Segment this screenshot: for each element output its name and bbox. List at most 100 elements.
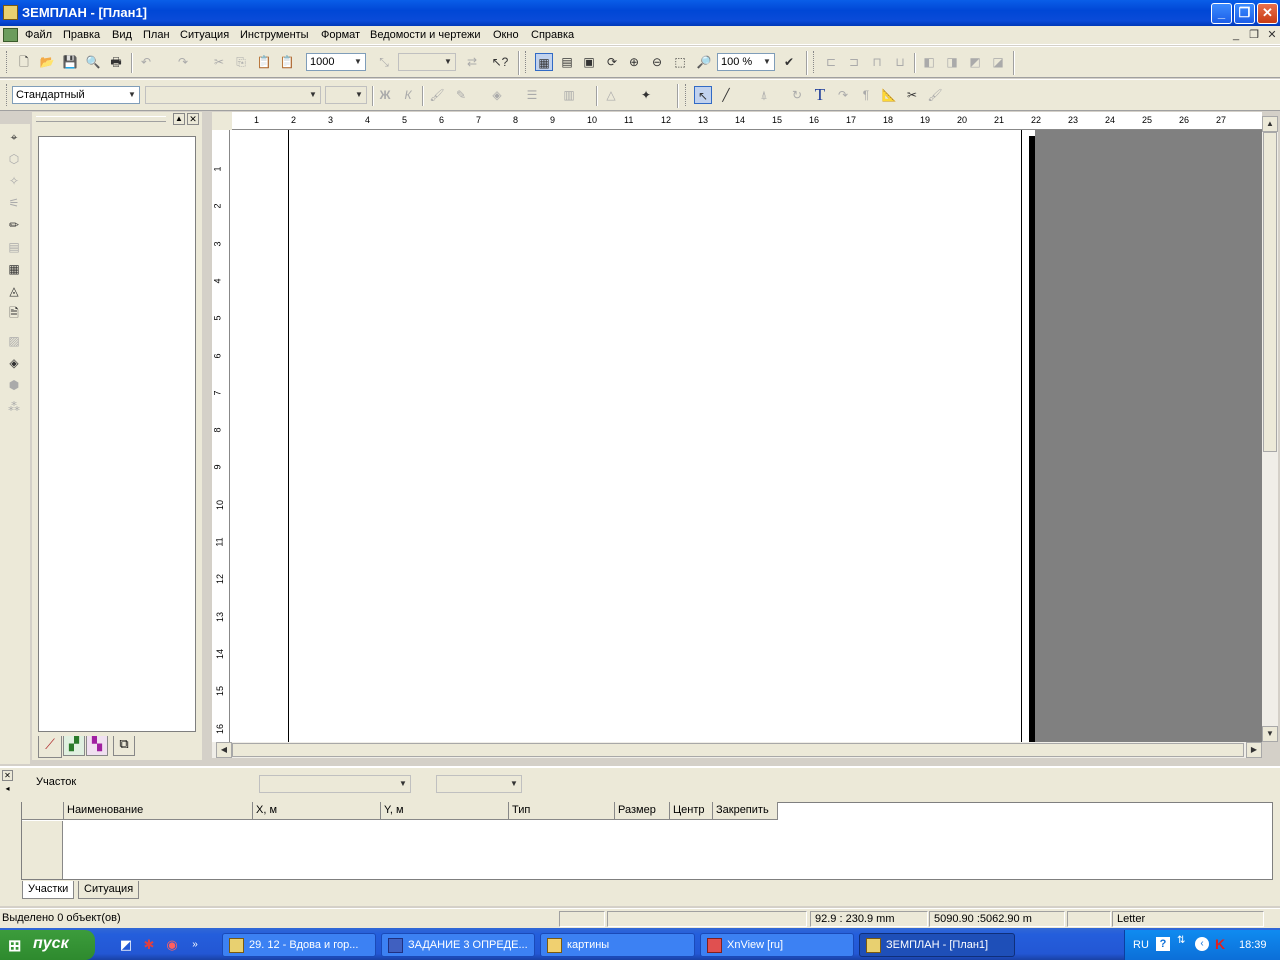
vertical-scrollbar[interactable]: ▲ ▼ (1262, 116, 1278, 742)
symbol-icon[interactable]: ✦ (637, 86, 655, 104)
app-icon[interactable] (3, 5, 18, 20)
hatch-tool-icon[interactable]: ▨ (5, 332, 23, 350)
chevron-down-icon[interactable]: ▼ (352, 87, 366, 103)
panel-close-icon[interactable]: ✕ (2, 770, 13, 781)
scroll-up-icon[interactable]: ▲ (1262, 116, 1278, 132)
column-center[interactable]: Центр (670, 802, 713, 820)
menu-view[interactable]: Вид (112, 29, 132, 41)
tab-plan-icon[interactable]: ⟋ (38, 736, 62, 758)
panel-collapse-icon[interactable]: ▲ (173, 113, 185, 125)
quicklaunch-app-icon[interactable]: ◩ (117, 936, 135, 954)
undo-icon[interactable]: ↶ (137, 53, 155, 71)
line-style-icon[interactable]: ☰ (523, 86, 541, 104)
redo-icon[interactable]: ↷ (174, 53, 192, 71)
table-tool-icon[interactable]: ▦ (5, 260, 23, 278)
text-tool-icon[interactable]: T (811, 86, 829, 104)
minimize-button[interactable]: _ (1211, 3, 1232, 24)
zoom-in-icon[interactable]: ⊕ (625, 53, 643, 71)
task-zemplan[interactable]: ЗЕМПЛАН - [План1] (859, 933, 1015, 957)
hatch-icon[interactable]: ▥ (560, 86, 578, 104)
mdi-close-icon[interactable]: ✕ (1264, 28, 1280, 42)
menu-plan[interactable]: План (143, 29, 170, 41)
document-icon[interactable] (3, 28, 18, 42)
copy-icon[interactable]: ⎘ (232, 53, 250, 71)
column-type[interactable]: Тип (509, 802, 615, 820)
tray-arrow-icon[interactable]: ‹ (1195, 937, 1209, 951)
menu-situation[interactable]: Ситуация (180, 29, 229, 41)
print-preview-icon[interactable]: 🔍 (84, 53, 102, 71)
horizontal-scrollbar[interactable]: ◀ ▶ (212, 742, 1262, 758)
object-tree[interactable] (38, 136, 196, 732)
zoom-window-icon[interactable]: ⬚ (671, 53, 689, 71)
parcel-type-combo[interactable]: ▼ (436, 775, 522, 793)
layout-view-icon[interactable]: ▦ (535, 53, 553, 71)
layers-tool-icon[interactable]: ◈ (5, 354, 23, 372)
mdi-restore-icon[interactable]: ❐ (1246, 28, 1262, 42)
save-icon[interactable]: 💾 (61, 53, 79, 71)
language-indicator[interactable]: RU (1133, 939, 1149, 951)
menu-edit[interactable]: Правка (63, 29, 100, 41)
font-size-combo[interactable]: ▼ (325, 86, 367, 104)
chevron-down-icon[interactable]: ▼ (760, 54, 774, 70)
grid-view-icon[interactable]: ▤ (558, 53, 576, 71)
column-x[interactable]: X, м (253, 802, 381, 820)
quicklaunch-opera-icon[interactable]: ◉ (163, 936, 181, 954)
start-button[interactable]: ⊞ пуск (0, 930, 95, 960)
select-help-icon[interactable]: ↖? (491, 53, 509, 71)
menu-format[interactable]: Формат (321, 29, 360, 41)
drawing-canvas[interactable] (230, 130, 1262, 742)
close-button[interactable]: ✕ (1257, 3, 1278, 24)
network-icon[interactable]: ⇅ (1177, 935, 1185, 946)
align-left-icon[interactable]: ⊏ (822, 53, 840, 71)
polygon-tool-icon[interactable]: ⬡ (5, 150, 23, 168)
chevron-down-icon[interactable]: ▼ (396, 776, 410, 792)
edit-tool-icon[interactable]: ✏ (5, 216, 23, 234)
paste-icon[interactable]: 📋 (278, 53, 296, 71)
tab-situation[interactable]: Ситуация (78, 881, 140, 899)
vertical-scroll-thumb[interactable] (1263, 132, 1277, 452)
refresh-view-icon[interactable]: ⟳ (603, 53, 621, 71)
chevron-down-icon[interactable]: ▼ (306, 87, 320, 103)
menu-tools[interactable]: Инструменты (240, 29, 309, 41)
panel-grip[interactable] (36, 116, 166, 122)
task-folder[interactable]: картины (540, 933, 695, 957)
area-tool-icon[interactable]: ◬ (5, 282, 23, 300)
redo-shape-icon[interactable]: ↷ (834, 86, 852, 104)
column-fix[interactable]: Закрепить (713, 802, 778, 820)
open-folder-icon[interactable]: 📂 (38, 53, 56, 71)
trim-icon[interactable]: ✂ (903, 86, 921, 104)
zoom-combo[interactable]: 100 % ▼ (717, 53, 775, 71)
rotate-icon[interactable]: ⤡ (375, 53, 393, 71)
label-tool-icon[interactable]: ¶ (857, 86, 875, 104)
column-size[interactable]: Размер (615, 802, 670, 820)
mdi-minimize-icon[interactable]: _ (1228, 28, 1244, 42)
line-tool-icon[interactable]: ╱ (717, 86, 735, 104)
fill-color-icon[interactable]: ◈ (488, 86, 506, 104)
chevron-down-icon[interactable]: ▼ (125, 87, 139, 103)
scale-combo[interactable]: 1000 ▼ (306, 53, 366, 71)
align-bottom-icon[interactable]: ⊔ (891, 53, 909, 71)
task-word-doc-2[interactable]: ЗАДАНИЕ 3 ОПРЕДЕ... (381, 933, 535, 957)
send-back-icon[interactable]: ◨ (943, 53, 961, 71)
style-combo[interactable]: Стандартный ▼ (12, 86, 140, 104)
italic-button[interactable]: К (399, 86, 417, 104)
edit-vertex-icon[interactable]: ✧ (5, 172, 23, 190)
pointer-icon[interactable]: ↖ (694, 86, 712, 104)
parcel-combo[interactable]: ▼ (259, 775, 411, 793)
antivirus-icon[interactable]: K (1215, 936, 1225, 952)
paint-icon[interactable]: 🖌 (926, 86, 944, 104)
quicklaunch-bug-icon[interactable]: ✱ (140, 936, 158, 954)
zoom-out-icon[interactable]: ⊖ (648, 53, 666, 71)
horizontal-scroll-thumb[interactable] (232, 743, 1244, 757)
map-view-icon[interactable]: ▣ (580, 53, 598, 71)
bold-button[interactable]: Ж (376, 86, 394, 104)
document-tool-icon[interactable]: ▤ (5, 238, 23, 256)
bring-forward-icon[interactable]: ◩ (966, 53, 984, 71)
restore-button[interactable]: ❐ (1234, 3, 1255, 24)
arc-tool-icon[interactable]: ↻ (788, 86, 806, 104)
font-combo[interactable]: ▼ (145, 86, 321, 104)
split-tool-icon[interactable]: ⚟ (5, 194, 23, 212)
scroll-left-icon[interactable]: ◀ (216, 742, 232, 758)
measure-icon[interactable]: 📐 (880, 86, 898, 104)
menu-file[interactable]: Файл (25, 29, 52, 41)
